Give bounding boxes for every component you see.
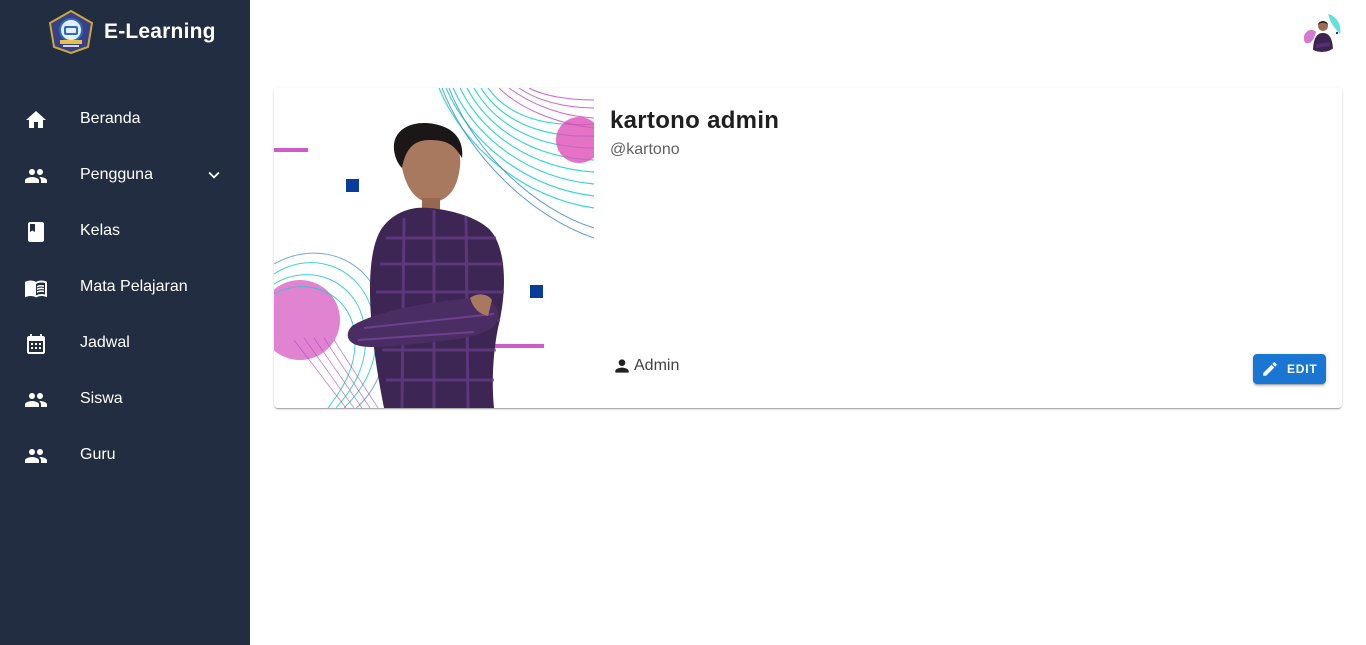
sidebar-item-beranda[interactable]: Beranda (0, 92, 250, 148)
sidebar-item-kelas[interactable]: Kelas (0, 204, 250, 260)
sidebar-item-label: Guru (80, 446, 116, 463)
profile-card: kartono admin @kartono Admin EDIT (274, 88, 1342, 408)
person-icon (612, 356, 632, 376)
home-icon (24, 108, 48, 132)
sidebar-item-jadwal[interactable]: Jadwal (0, 316, 250, 372)
sidebar: E-Learning Beranda Pengguna Kelas Mata P… (0, 0, 250, 645)
people-icon (24, 164, 48, 188)
sidebar-item-label: Mata Pelajaran (80, 278, 188, 295)
profile-photo-illustration (274, 88, 594, 408)
calendar-icon (24, 332, 48, 356)
sidebar-nav: Beranda Pengguna Kelas Mata Pelajaran Ja… (0, 92, 250, 484)
sidebar-item-label: Pengguna (80, 166, 153, 183)
app-root: E-Learning Beranda Pengguna Kelas Mata P… (0, 0, 1366, 645)
sidebar-item-siswa[interactable]: Siswa (0, 372, 250, 428)
sidebar-item-pengguna[interactable]: Pengguna (0, 148, 250, 204)
edit-profile-button[interactable]: EDIT (1253, 354, 1326, 384)
sidebar-item-label: Jadwal (80, 334, 130, 351)
avatar-image (1302, 12, 1342, 52)
role-label: Admin (634, 357, 680, 374)
sidebar-item-label: Beranda (80, 110, 141, 127)
book-icon (24, 220, 48, 244)
user-avatar[interactable] (1302, 12, 1342, 52)
sidebar-item-mata-pelajaran[interactable]: Mata Pelajaran (0, 260, 250, 316)
app-title: E-Learning (104, 20, 216, 43)
profile-name: kartono admin (610, 107, 780, 134)
people-icon (24, 444, 48, 468)
sidebar-item-label: Siswa (80, 390, 123, 407)
pencil-icon (1261, 360, 1279, 378)
chevron-down-icon[interactable] (203, 164, 225, 186)
menu-book-icon (24, 276, 48, 300)
profile-photo (274, 88, 594, 408)
sidebar-item-label: Kelas (80, 222, 121, 239)
brand[interactable]: E-Learning (48, 10, 216, 54)
edit-button-label: EDIT (1287, 362, 1318, 376)
school-logo-icon (48, 10, 94, 54)
role-badge: Admin (612, 356, 679, 376)
profile-username: @kartono (610, 141, 680, 158)
people-icon (24, 388, 48, 412)
sidebar-item-guru[interactable]: Guru (0, 428, 250, 484)
